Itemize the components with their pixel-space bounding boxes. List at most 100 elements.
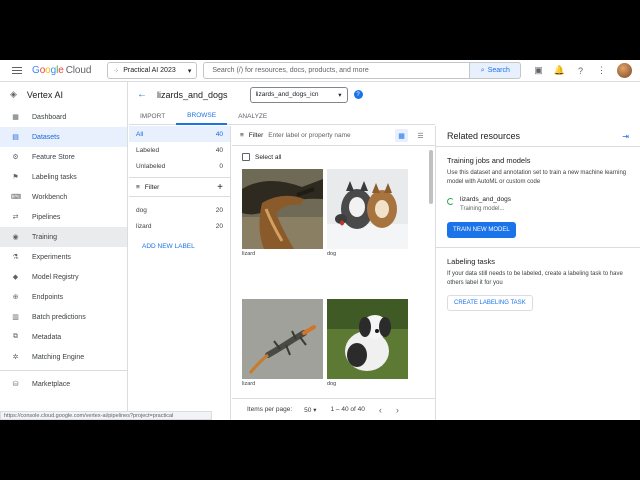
label-count: 20 [215,222,223,230]
related-resources-panel: Related resources ⇥ Training jobs and mo… [435,126,640,420]
add-new-label-button[interactable]: ADD NEW LABEL [129,234,230,259]
vertex-ai-icon: ◈ [10,89,17,99]
filter-icon: ≡ [136,183,140,191]
sidebar-item-matching-engine[interactable]: ✲ Matching Engine [0,347,127,367]
sidebar-item-feature-store[interactable]: ⚙ Feature Store [0,147,127,167]
image-thumbnail[interactable] [242,299,323,379]
sidebar-item-model-registry[interactable]: ◆ Model Registry [0,267,127,287]
label-name: dog [136,206,147,214]
label-row-lizard[interactable]: lizard 20 [129,218,230,234]
notifications-icon[interactable]: 🔔 [554,65,565,76]
sidebar-item-datasets[interactable]: ▤ Datasets [0,127,127,147]
project-name: Practical AI 2023 [123,67,176,74]
help-icon[interactable]: ? [353,90,363,99]
sidebar-item-marketplace[interactable]: ⛁ Marketplace [0,374,127,394]
label-panel: All 40 Labeled 40 Unlabeled 0 ≡ Filter + do… [129,126,231,420]
label-row-all[interactable]: All 40 [129,126,230,142]
sidebar-item-dashboard[interactable]: ▦ Dashboard [0,107,127,127]
prev-page-icon[interactable]: ‹ [379,405,382,415]
sidebar-header: ◈ Vertex AI [0,82,127,107]
search-button-label: Search [487,67,510,74]
back-arrow-icon[interactable]: ← [137,89,147,100]
training-description: Use this dataset and annotation set to t… [447,170,627,185]
grid-view-icon[interactable]: ▦ [395,129,408,142]
tab-import[interactable]: IMPORT [129,107,176,125]
image-thumbnail[interactable] [327,299,408,379]
sidebar-item-label: Datasets [32,133,60,141]
items-per-page-select[interactable]: 50 ▾ [304,406,316,414]
project-icon: ⁘ [113,67,120,75]
items-per-page-label: Items per page: [247,406,293,413]
training-icon: ◉ [12,234,19,241]
top-bar: Google Cloud ⁘ Practical AI 2023 ▾ Search… [0,60,640,82]
sidebar-item-metadata[interactable]: ⧉ Metadata [0,327,127,347]
train-new-model-button[interactable]: TRAIN NEW MODEL [447,222,516,239]
cloud-shell-icon[interactable]: ▣ [533,65,544,76]
sidebar-item-label: Marketplace [32,380,71,388]
sidebar-item-experiments[interactable]: ⚗ Experiments [0,247,127,267]
label-row-dog[interactable]: dog 20 [129,202,230,218]
select-all-label: Select all [255,153,282,161]
search-icon: ⌕ [480,66,485,74]
training-job-item[interactable]: lizards_and_dogs Training model... [447,196,629,212]
search-input[interactable]: Search (/) for resources, docs, products… [203,62,471,79]
image-label: dog [327,381,337,387]
image-thumbnail[interactable] [242,169,323,249]
menu-icon[interactable] [12,66,22,75]
lizard-image [242,299,323,379]
sidebar-item-pipelines[interactable]: ⇄ Pipelines [0,207,127,227]
image-browser: ≡ Filter Enter label or property name ▦ … [232,126,435,420]
items-per-page-value: 50 [304,406,312,414]
next-page-icon[interactable]: › [396,405,399,415]
feature-store-icon: ⚙ [12,154,19,161]
filter-input[interactable]: Enter label or property name [268,132,350,139]
list-view-icon[interactable]: ☰ [414,129,427,142]
pagination: Items per page: 50 ▾ 1 – 40 of 40 ‹ › [232,398,435,420]
sidebar-item-labeling-tasks[interactable]: ⚑ Labeling tasks [0,167,127,187]
datasets-icon: ▤ [12,134,19,141]
image-thumbnail[interactable] [327,169,408,249]
batch-icon: ▥ [12,314,19,321]
label-row-labeled[interactable]: Labeled 40 [129,142,230,158]
label-name: Unlabeled [136,162,166,170]
add-icon[interactable]: + [217,182,223,193]
tab-browse[interactable]: BROWSE [176,107,228,125]
avatar[interactable] [617,63,632,78]
sidebar-item-label: Metadata [32,333,62,341]
sidebar-item-workbench[interactable]: ⌨ Workbench [0,187,127,207]
label-row-unlabeled[interactable]: Unlabeled 0 [129,158,230,174]
sidebar-divider [0,370,127,371]
labeling-heading: Labeling tasks [447,257,495,267]
label-count: 40 [215,130,223,138]
dataset-tabs: IMPORT BROWSE ANALYZE [129,107,435,125]
annotation-set-select[interactable]: lizards_and_dogs_icn ▾ [249,86,348,103]
sidebar-item-label: Model Registry [32,273,79,281]
filter-icon: ≡ [240,132,244,139]
create-labeling-task-button[interactable]: CREATE LABELING TASK [447,294,533,311]
tab-analyze[interactable]: ANALYZE [227,107,278,125]
sidebar-item-label: Feature Store [32,153,75,161]
sidebar-item-label: Endpoints [32,293,64,301]
endpoints-icon: ⊕ [12,294,19,301]
help-icon[interactable]: ? [575,65,586,76]
label-filter[interactable]: ≡ Filter + [129,177,230,197]
image-label: lizard [242,381,256,387]
search-button[interactable]: ⌕ Search [470,62,522,79]
project-picker[interactable]: ⁘ Practical AI 2023 ▾ [107,62,198,79]
browse-filter-bar: ≡ Filter Enter label or property name ▦ … [232,126,435,146]
sidebar-item-training[interactable]: ◉ Training [0,227,127,247]
divider [436,247,640,249]
more-vert-icon[interactable]: ⋮ [596,65,607,76]
scrollbar[interactable] [429,150,433,204]
labeling-icon: ⚑ [12,174,19,181]
sidebar-item-endpoints[interactable]: ⊕ Endpoints [0,287,127,307]
select-all[interactable]: Select all [242,153,281,161]
collapse-panel-icon[interactable]: ⇥ [622,132,629,141]
label-count: 0 [219,162,223,170]
sidebar-item-batch-predictions[interactable]: ▥ Batch predictions [0,307,127,327]
google-cloud-logo[interactable]: Google Cloud [32,65,91,76]
dog-image [327,169,408,249]
select-all-checkbox[interactable] [242,153,250,161]
model-registry-icon: ◆ [12,274,19,281]
workbench-icon: ⌨ [11,194,22,201]
